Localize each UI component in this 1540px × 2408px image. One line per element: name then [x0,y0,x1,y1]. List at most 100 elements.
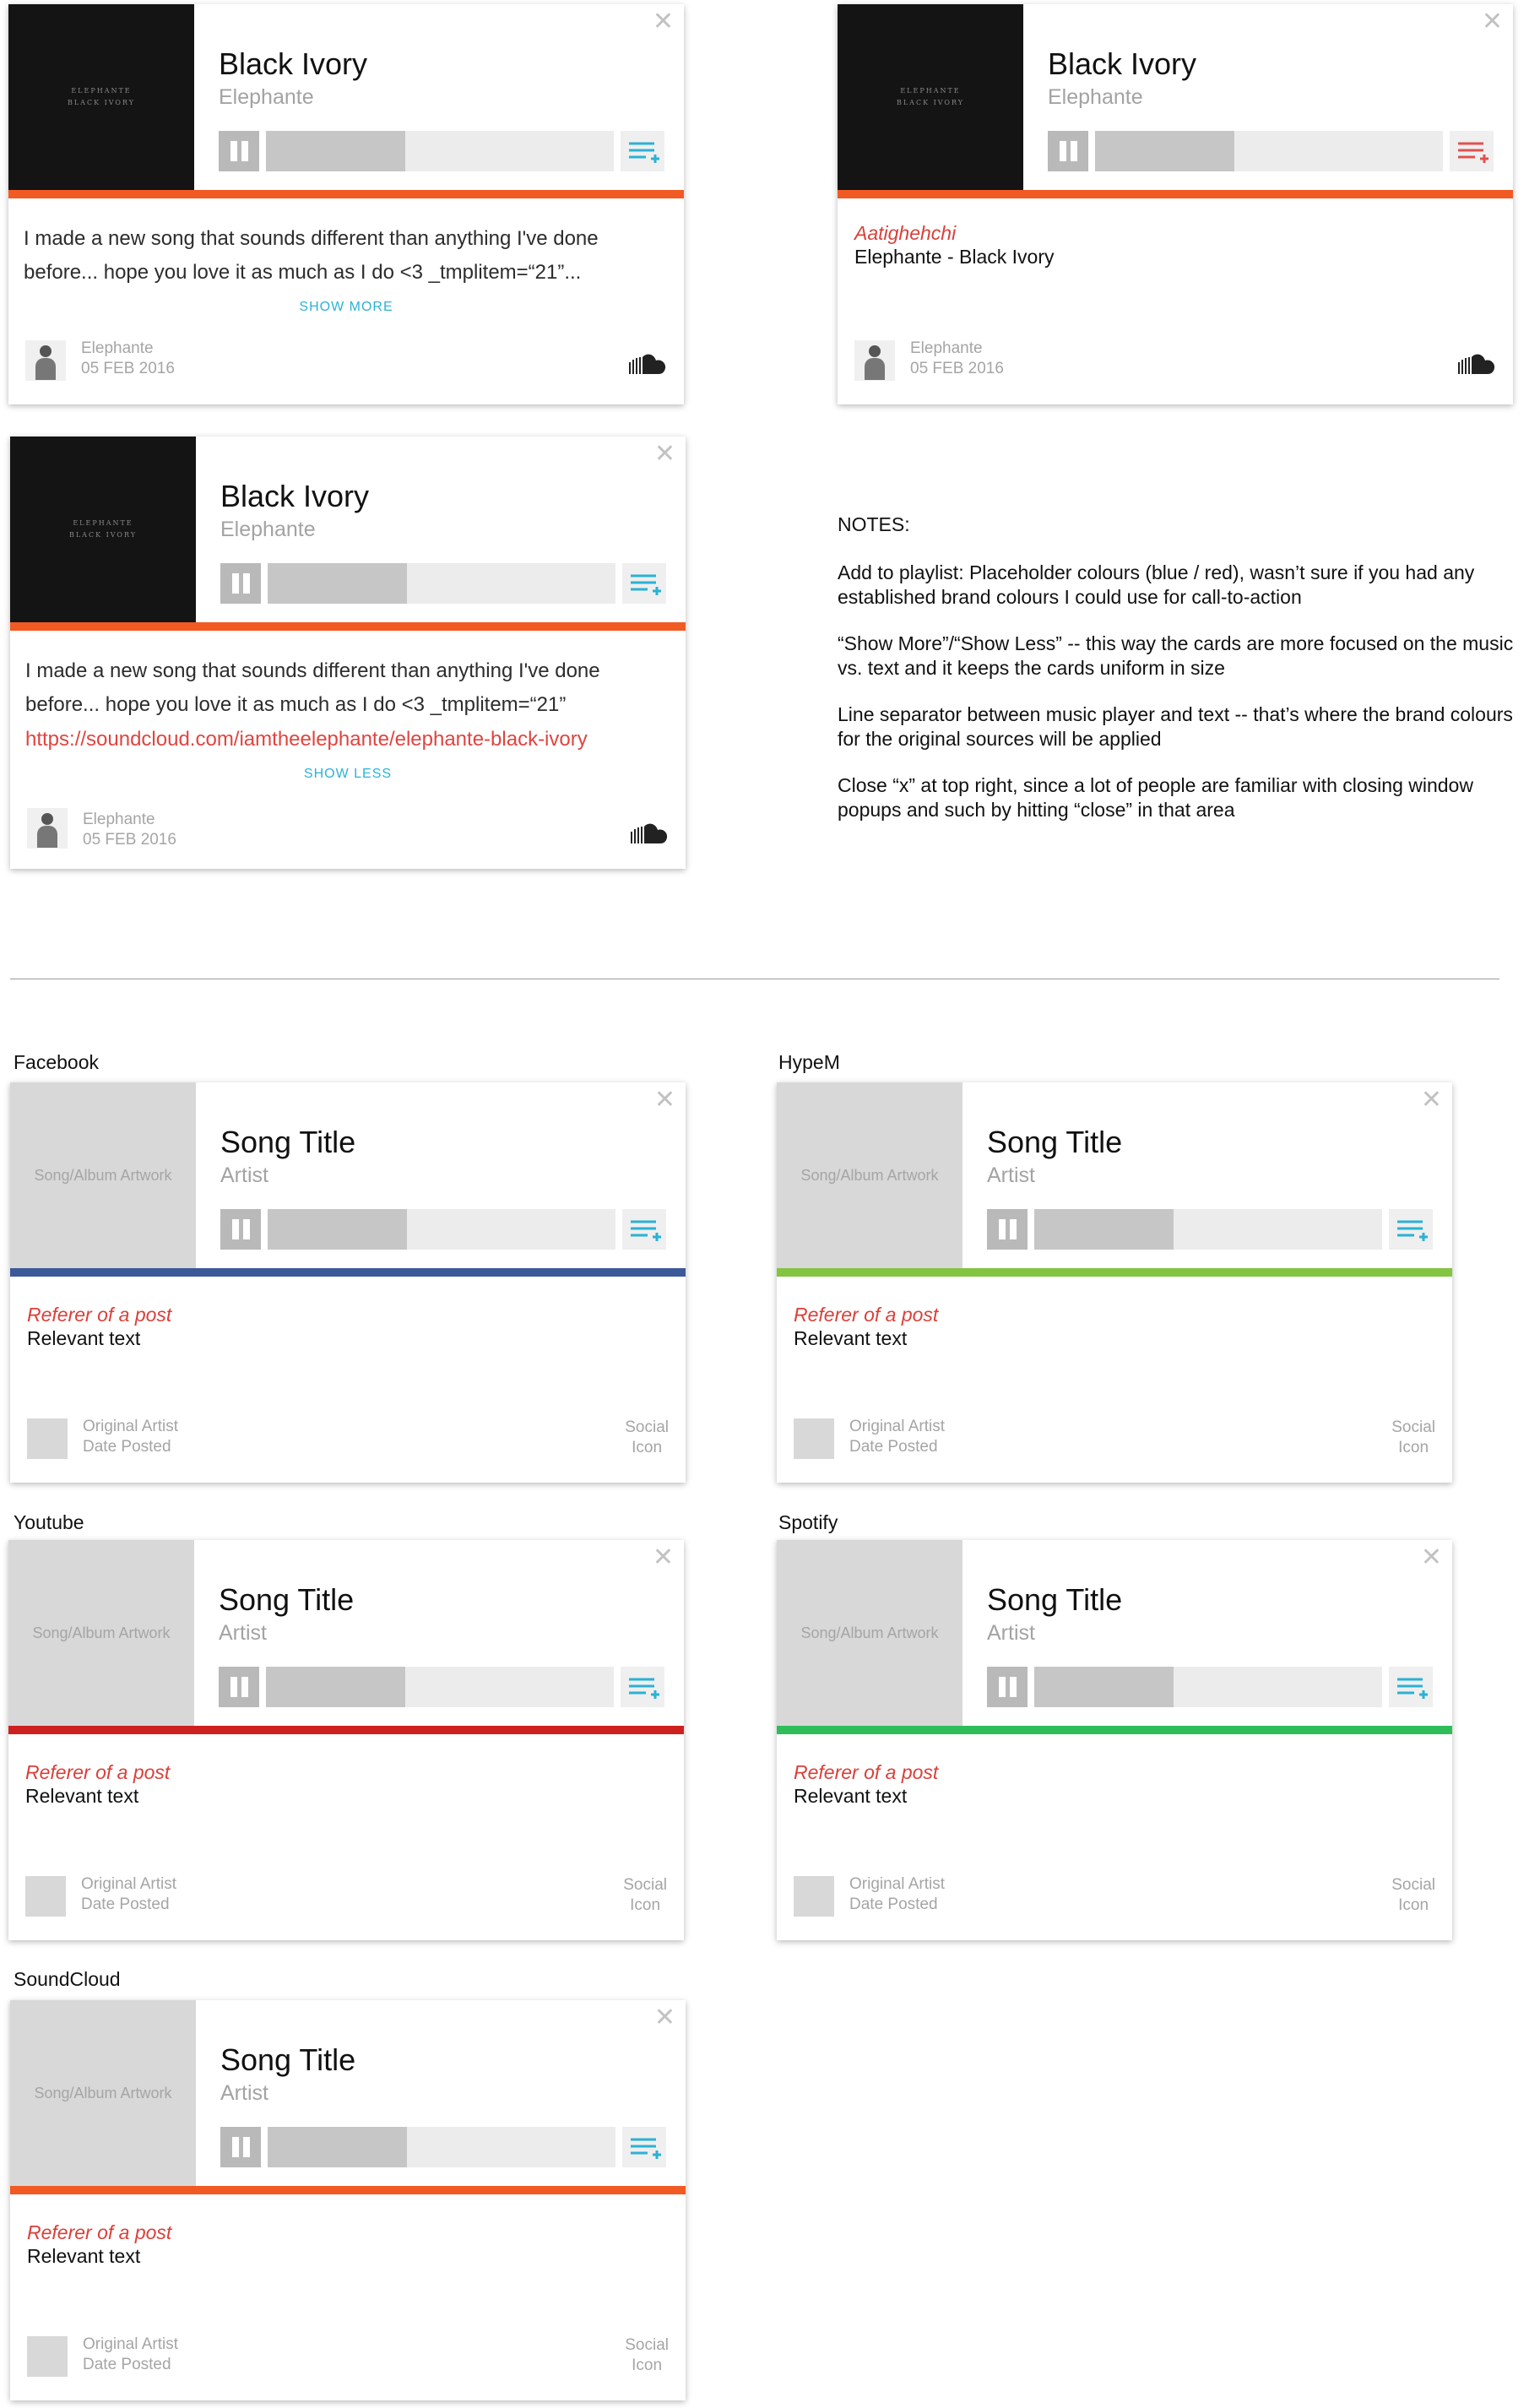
referer-name[interactable]: Referer of a post [27,2221,171,2244]
relevant-text: Relevant text [27,1327,141,1349]
song-card-template: Song/Album Artwork ✕ Song Title Artist R… [10,2000,686,2400]
referer-name[interactable]: Referer of a post [27,1304,171,1326]
pause-button[interactable] [220,2127,261,2167]
add-to-playlist-button[interactable] [621,1667,664,1707]
pause-button[interactable] [1048,131,1088,171]
referer-name[interactable]: Referer of a post [794,1304,938,1326]
pause-button[interactable] [987,1209,1028,1250]
show-less-link[interactable]: SHOW LESS [10,767,686,782]
pause-button[interactable] [219,1667,259,1707]
source-brand-bar [10,622,686,631]
progress-fill [268,1209,407,1250]
progress-bar[interactable] [266,1667,614,1707]
social-icon-placeholder[interactable]: Social Icon [625,1418,669,1458]
footer-artist: Original Artist [81,1875,176,1893]
footer-date: Date Posted [849,1438,938,1456]
progress-bar[interactable] [1034,1667,1382,1707]
album-artwork-text: ELEPHANTE BLACK IVORY [896,87,965,106]
song-card-template: Song/Album Artwork ✕ Song Title Artist R… [8,1540,684,1940]
avatar [25,1876,66,1917]
footer-date: Date Posted [83,2356,171,2373]
referer-name[interactable]: Referer of a post [794,1761,938,1784]
song-card-template: Song/Album Artwork ✕ Song Title Artist R… [777,1082,1452,1483]
referer-name[interactable]: Aatighehchi [854,222,956,245]
add-to-playlist-button[interactable] [622,563,666,604]
artwork-placeholder-text: Song/Album Artwork [32,1624,171,1641]
social-line: Icon [1398,1896,1429,1914]
close-icon[interactable]: ✕ [1482,9,1503,35]
playlist-add-icon [629,142,659,163]
footer-artist: Original Artist [83,2335,178,2353]
add-to-playlist-button[interactable] [1450,131,1494,171]
footer-artist: Elephante [83,811,155,828]
footer-date: 05 FEB 2016 [81,360,175,377]
close-icon[interactable]: ✕ [654,442,675,467]
source-label: Facebook [14,1051,100,1073]
soundcloud-icon[interactable] [623,820,669,845]
progress-bar[interactable] [268,563,615,604]
song-card-expanded-preview: ELEPHANTE BLACK IVORY ✕ Black Ivory Elep… [8,4,684,404]
relevant-text: Elephante - Black Ivory [854,246,1055,268]
progress-bar[interactable] [1095,131,1443,171]
add-to-playlist-button[interactable] [1389,1209,1433,1250]
close-icon[interactable]: ✕ [654,1087,675,1113]
close-icon[interactable]: ✕ [654,2005,675,2031]
artwork-placeholder-text: Song/Album Artwork [34,2084,172,2102]
referer-name[interactable]: Referer of a post [25,1761,170,1784]
add-to-playlist-button[interactable] [1389,1667,1433,1707]
note-item: Close “x” at top right, since a lot of p… [838,774,1473,821]
close-icon[interactable]: ✕ [1421,1545,1442,1570]
show-more-link[interactable]: SHOW MORE [8,300,684,315]
avatar-body [865,358,885,380]
social-icon-placeholder[interactable]: Social Icon [1391,1418,1435,1458]
album-artwork-placeholder: Song/Album Artwork [777,1082,962,1268]
progress-bar[interactable] [266,131,614,171]
source-link[interactable]: https://soundcloud.com/iamtheelephante/e… [25,728,588,751]
note-item: Add to playlist: Placeholder colours (bl… [838,561,1475,608]
social-line: Social [1391,1418,1435,1436]
avatar [27,1418,68,1459]
social-line: Social [625,2336,669,2354]
footer-date: Date Posted [81,1895,170,1913]
footer-artist: Elephante [81,339,154,357]
progress-bar[interactable] [1034,1209,1382,1250]
social-line: Icon [632,2356,663,2374]
song-title: Song Title [987,1582,1123,1617]
close-icon[interactable]: ✕ [1421,1087,1442,1113]
add-to-playlist-button[interactable] [622,2127,666,2167]
social-icon-placeholder[interactable]: Social Icon [625,2335,669,2376]
close-icon[interactable]: ✕ [653,9,674,35]
add-to-playlist-button[interactable] [621,131,664,171]
source-label: SoundCloud [14,1968,121,1990]
source-label: HypeM [778,1051,840,1073]
soundcloud-icon[interactable] [1451,350,1496,376]
pause-button[interactable] [219,131,259,171]
add-to-playlist-button[interactable] [622,1209,666,1250]
song-artist: Elephante [220,518,316,541]
footer-artist: Original Artist [849,1418,945,1435]
close-icon[interactable]: ✕ [653,1545,674,1570]
progress-fill [1034,1667,1174,1707]
footer-date: Date Posted [83,1438,171,1456]
progress-fill [1095,131,1234,171]
pause-button[interactable] [220,1209,261,1250]
progress-bar[interactable] [268,1209,615,1250]
pause-button[interactable] [987,1667,1028,1707]
song-title: Black Ivory [220,479,370,513]
social-line: Social [623,1876,667,1894]
progress-bar[interactable] [268,2127,615,2167]
album-artwork: ELEPHANTE BLACK IVORY [838,4,1023,190]
avatar-body [37,826,57,848]
pause-button[interactable] [220,563,261,604]
social-icon-placeholder[interactable]: Social Icon [623,1875,667,1916]
soundcloud-icon[interactable] [621,350,667,376]
avatar-head [869,345,881,357]
artwork-placeholder-text: Song/Album Artwork [34,1166,172,1184]
social-icon-placeholder[interactable]: Social Icon [1391,1875,1435,1916]
album-artwork-placeholder: Song/Album Artwork [8,1540,194,1726]
relevant-text: Relevant text [27,2245,141,2267]
playlist-add-icon [1397,1220,1428,1241]
source-brand-bar [777,1726,1452,1734]
song-title: Song Title [987,1125,1123,1159]
album-artwork-placeholder: Song/Album Artwork [10,1082,196,1268]
